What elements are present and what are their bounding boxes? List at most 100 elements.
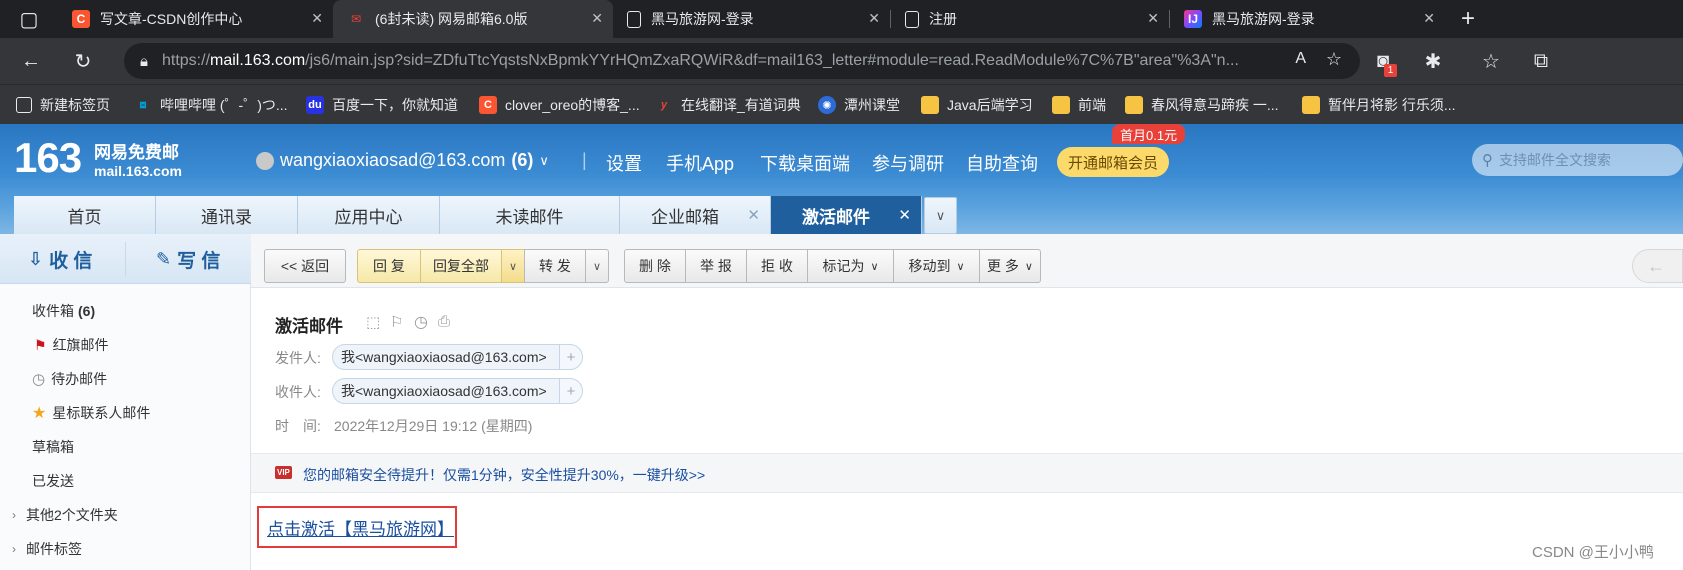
puzzle-extensions-icon[interactable]: ✱ (1418, 46, 1448, 76)
logo-163[interactable]: 163 (14, 134, 82, 182)
add-recipient-icon[interactable]: + (559, 378, 583, 404)
collections-icon[interactable]: ⧉ (1526, 46, 1556, 76)
bookmark-label: 前端 (1078, 97, 1106, 113)
bookmark-bilibili[interactable]: ⧈ 哔哩哔哩 (゜-゜)つ... (134, 94, 288, 116)
close-icon[interactable]: ✕ (898, 206, 911, 224)
close-icon[interactable]: ✕ (591, 10, 603, 27)
account-switcher[interactable]: wangxiaoxiaosad@163.com (6) ∨ (256, 150, 549, 171)
reply-button[interactable]: 回 复 (357, 249, 421, 283)
browser-tab-csdn[interactable]: C 写文章-CSDN创作中心 ✕ (58, 0, 333, 38)
bookmark-folder-moon[interactable]: 暂伴月将影 行乐须... (1302, 94, 1456, 116)
mark-as-button[interactable]: 标记为 ∨ (807, 249, 894, 283)
security-upgrade-link[interactable]: 您的邮箱安全待提升！仅需1分钟，安全性提升30%，一键升级>> (303, 465, 705, 485)
compose-button[interactable]: ✎ 写 信 (156, 242, 220, 276)
tab-enterprise[interactable]: 企业邮箱 ✕ (620, 196, 771, 234)
folder-other[interactable]: › 其他2个文件夹 (0, 498, 251, 532)
inbox-unread-count: (6) (78, 303, 96, 319)
compose-divider (125, 242, 126, 276)
bookmark-tanzhou[interactable]: ✺ 潭州课堂 (818, 94, 900, 116)
folder-drafts[interactable]: 草稿箱 (0, 430, 251, 464)
close-icon[interactable]: ✕ (747, 206, 760, 224)
back-button[interactable]: << 返回 (264, 249, 346, 283)
nav-survey[interactable]: 参与调研 (872, 150, 944, 176)
time-label: 时 间: (275, 418, 321, 434)
nav-self-service[interactable]: 自助查询 (966, 150, 1038, 176)
chevron-down-icon: ∨ (870, 260, 879, 273)
flag-icon[interactable]: ⚐ (390, 313, 403, 331)
folder-label: 已发送 (32, 473, 74, 489)
close-icon[interactable]: ✕ (311, 10, 323, 27)
lock-icon: 🔒︎ (140, 52, 148, 70)
bookmark-label: 春风得意马蹄疾 一... (1151, 97, 1279, 113)
tab-unread[interactable]: 未读邮件 (440, 196, 620, 234)
back-arrow-icon[interactable]: ← (16, 46, 46, 76)
bookmark-baidu[interactable]: du 百度一下，你就知道 (306, 94, 458, 116)
browser-tab-heima-login[interactable]: 黑马旅游网-登录 ✕ (613, 0, 890, 38)
reply-dropdown[interactable]: ∨ (501, 249, 525, 283)
bookmark-folder-spring[interactable]: 春风得意马蹄疾 一... (1125, 94, 1279, 116)
bookmark-new-tab[interactable]: 新建标签页 (16, 94, 110, 116)
tab-home[interactable]: 首页 (14, 196, 156, 234)
bookmark-youdao[interactable]: y 在线翻译_有道词典 (655, 94, 801, 116)
browser-tab-163-mail[interactable]: ✉ (6封未读) 网易邮箱6.0版 ✕ (333, 0, 613, 38)
forward-button[interactable]: 转 发 (524, 249, 586, 283)
folder-starred-contacts[interactable]: ★ 星标联系人邮件 (0, 396, 251, 430)
163-mail-icon: ✉ (350, 12, 362, 26)
tab-app-center[interactable]: 应用中心 (298, 196, 440, 234)
chevron-down-icon: ∨ (935, 207, 946, 223)
delete-button[interactable]: 删 除 (624, 249, 686, 283)
folder-inbox[interactable]: 收件箱 (6) (0, 294, 251, 328)
bookmark-icon[interactable]: ⬚ (366, 313, 380, 331)
folder-sent[interactable]: 已发送 (0, 464, 251, 498)
close-icon[interactable]: ✕ (868, 10, 880, 27)
print-icon[interactable]: ⎙ (438, 313, 450, 330)
browser-tab-register[interactable]: 注册 ✕ (891, 0, 1169, 38)
forward-dropdown[interactable]: ∨ (585, 249, 609, 283)
bookmark-csdn-blog[interactable]: C clover_oreo的博客_... (479, 94, 640, 116)
tab-activation-mail[interactable]: 激活邮件 ✕ (771, 196, 922, 234)
folder-red-flag[interactable]: ⚑ 红旗邮件 (0, 328, 251, 362)
favorites-icon[interactable]: ☆ (1476, 46, 1506, 76)
reload-icon[interactable]: ↻ (68, 46, 98, 76)
add-sender-icon[interactable]: + (559, 344, 583, 370)
more-button[interactable]: 更 多 ∨ (979, 249, 1041, 283)
clock-icon[interactable]: ◷ (414, 312, 428, 332)
folder-label: 邮件标签 (26, 541, 82, 557)
baidu-icon: du (306, 96, 324, 114)
mail-header: 163 网易免费邮 mail.163.com wangxiaoxiaosad@1… (0, 124, 1683, 234)
left-arrow-icon: ← (1647, 255, 1665, 276)
folder-mail-tags[interactable]: › 邮件标签 (0, 532, 251, 566)
mail-search-input[interactable]: ⚲ 支持邮件全文搜索 (1472, 144, 1683, 176)
activation-link[interactable]: 点击激活【黑马旅游网】 (257, 506, 457, 548)
tab-actions-icon[interactable]: ▢ (14, 4, 44, 34)
bookmark-folder-frontend[interactable]: 前端 (1052, 94, 1106, 116)
tab-label: 通讯录 (201, 207, 252, 227)
nav-desktop-download[interactable]: 下载桌面端 (760, 150, 850, 176)
folder-label: 红旗邮件 (52, 337, 109, 353)
close-icon[interactable]: ✕ (1147, 10, 1159, 27)
read-aloud-icon[interactable]: A (1295, 50, 1306, 68)
tab-overflow-menu[interactable]: ∨ (924, 197, 957, 234)
reply-all-button[interactable]: 回复全部 (420, 249, 502, 283)
tab-title: 写文章-CSDN创作中心 (100, 11, 243, 27)
bookmark-folder-java[interactable]: Java后端学习 (921, 94, 1033, 116)
close-icon[interactable]: ✕ (1423, 10, 1435, 27)
receive-button[interactable]: ⇩ 收 信 (28, 242, 92, 276)
reject-button[interactable]: 拒 收 (746, 249, 808, 283)
tab-contacts[interactable]: 通讯录 (156, 196, 298, 234)
nav-settings[interactable]: 设置 (606, 150, 642, 176)
folder-todo[interactable]: ◷ 待办邮件 (0, 362, 251, 396)
prev-mail-button[interactable]: ← (1632, 249, 1683, 283)
vip-icon: VIP (275, 466, 292, 479)
chevron-down-icon: ∨ (1024, 260, 1033, 273)
vip-membership-button[interactable]: 开通邮箱会员 (1057, 147, 1169, 177)
browser-tab-heima-login-2[interactable]: IJ 黑马旅游网-登录 ✕ (1170, 0, 1445, 38)
favorite-star-icon[interactable]: ☆ (1326, 49, 1342, 70)
nav-mobile-app[interactable]: 手机App (666, 150, 734, 176)
new-tab-icon[interactable]: + (1453, 4, 1483, 34)
to-address-chip[interactable]: 我<wangxiaoxiaosad@163.com> (332, 378, 560, 404)
address-bar[interactable]: 🔒︎ https://mail.163.com/js6/main.jsp?sid… (124, 43, 1360, 79)
from-address-chip[interactable]: 我<wangxiaoxiaosad@163.com> (332, 344, 560, 370)
move-to-button[interactable]: 移动到 ∨ (893, 249, 980, 283)
report-button[interactable]: 举 报 (685, 249, 747, 283)
